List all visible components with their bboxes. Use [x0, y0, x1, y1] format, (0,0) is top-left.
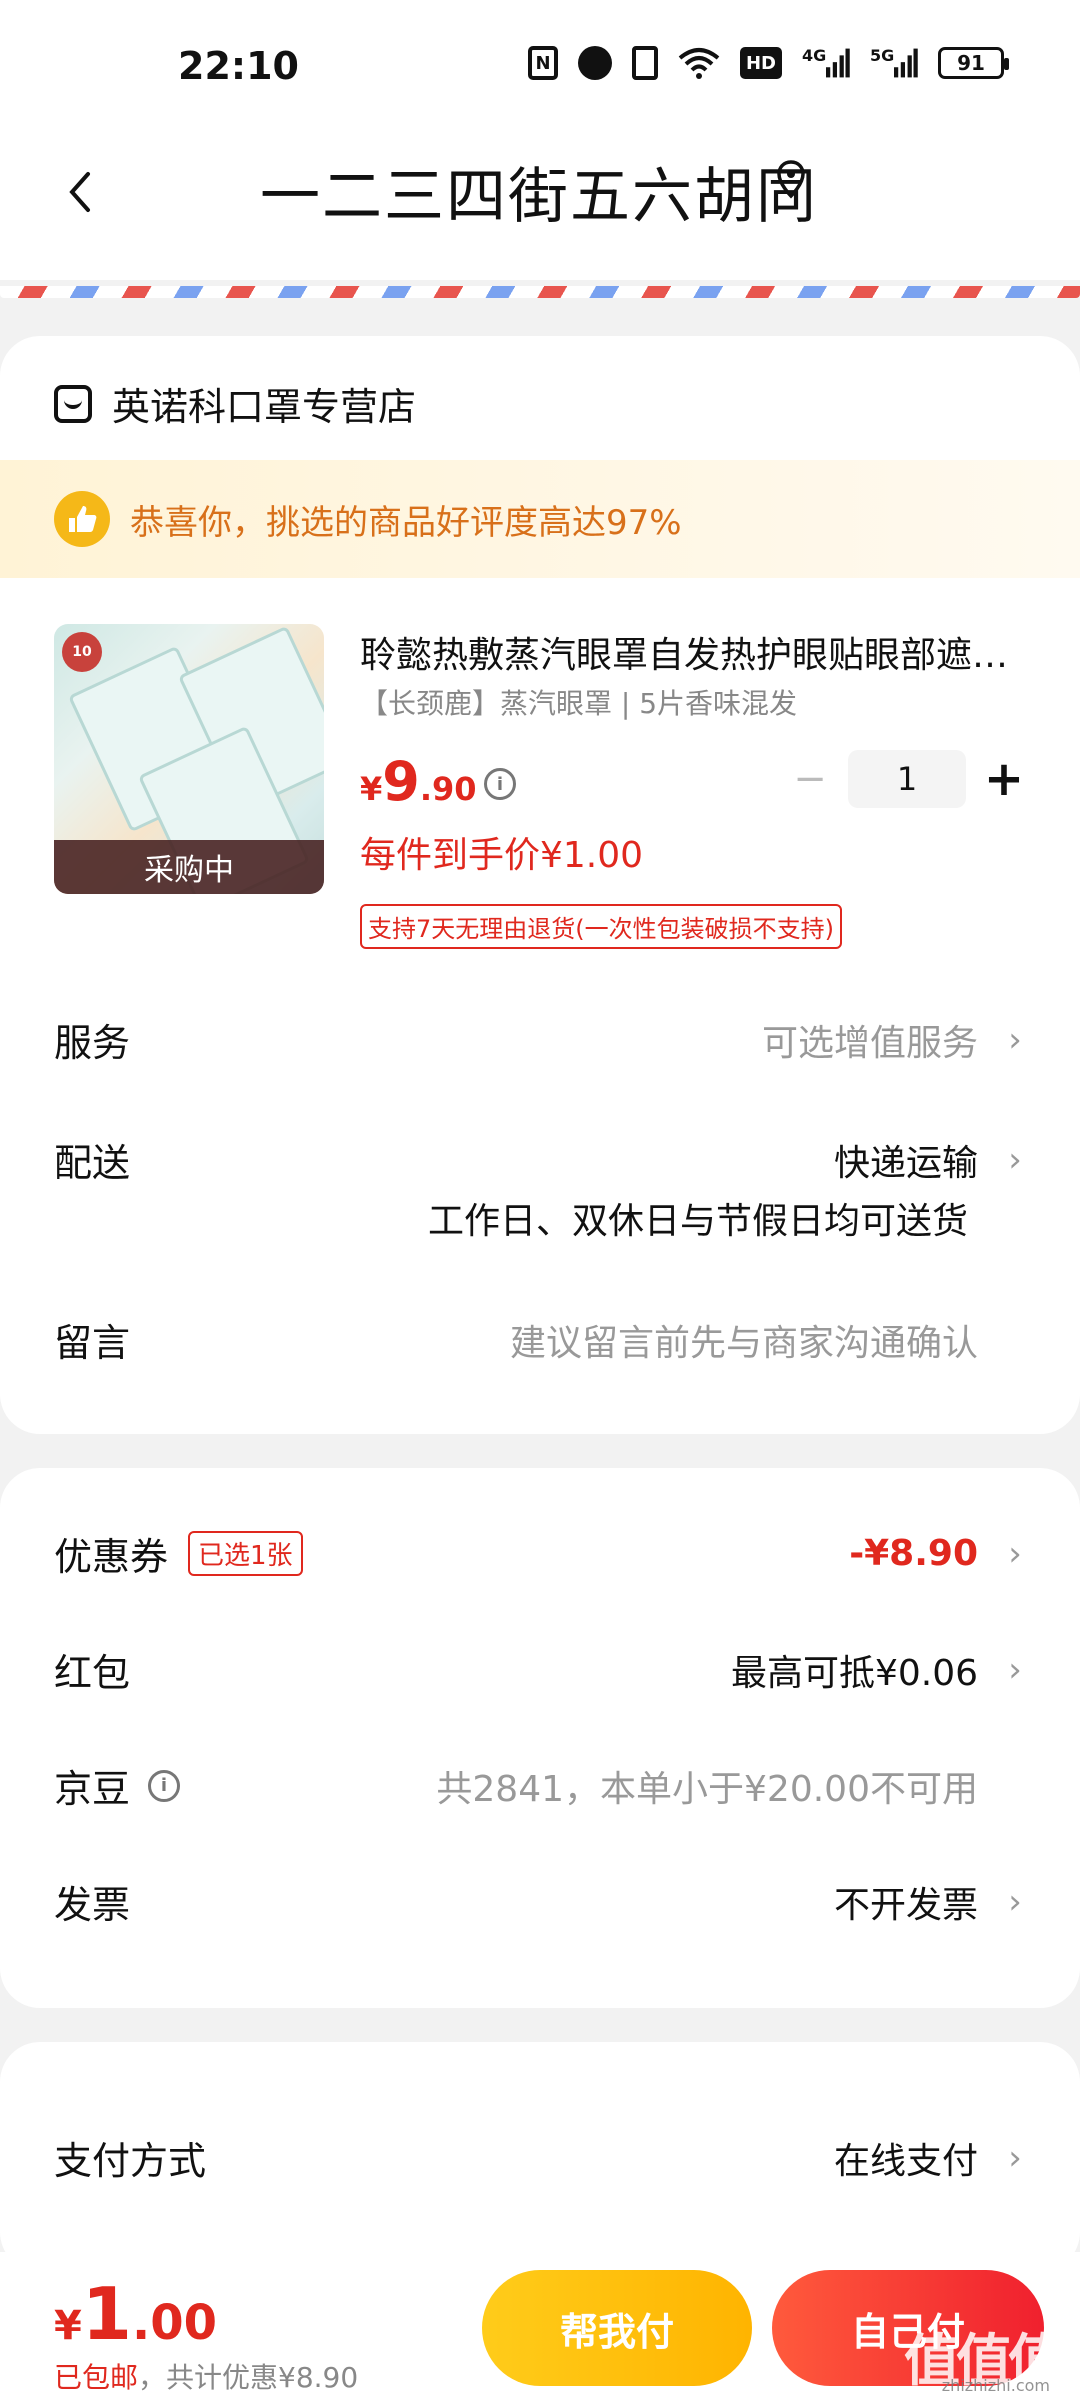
message-label: 留言 — [54, 1321, 131, 1365]
discount-summary: ，共计优惠¥8.90 — [138, 2361, 359, 2394]
help-me-pay-button[interactable]: 帮我付 — [482, 2270, 752, 2386]
product-name[interactable]: 聆懿热敷蒸汽眼罩自发热护眼贴眼部遮光睡眠眼罩 — [360, 626, 1030, 678]
status-icons: N HD 4G 5G 91 — [528, 46, 1009, 80]
signal-4g-label: 4G — [802, 46, 827, 65]
store-icon — [54, 384, 92, 423]
unit-price: 每件到手价¥1.00 — [360, 835, 644, 876]
increase-quantity-button[interactable]: + — [984, 751, 1024, 807]
red-packet-label: 红包 — [54, 1651, 131, 1695]
store-name: 英诺科口罩专营店 — [112, 385, 417, 429]
coupon-selected-tag: 已选1张 — [188, 1531, 303, 1576]
signal-4g-icon: 4G — [802, 46, 850, 80]
invoice-label: 发票 — [54, 1883, 131, 1927]
service-value: 可选增值服务 — [761, 1022, 978, 1064]
procuring-overlay: 采购中 — [54, 840, 324, 894]
address-title[interactable]: 一二三四街五六胡同 — [260, 148, 818, 235]
price-integer: 9 — [382, 750, 420, 813]
service-row[interactable]: 服务 可选增值服务 › — [54, 1012, 1026, 1067]
battery-icon: 91 — [938, 47, 1009, 79]
price-currency: ¥ — [360, 770, 383, 808]
praise-text: 恭喜你，挑选的商品好评度高达97% — [130, 502, 682, 543]
jd-beans-row: 京豆 i 共2841，本单小于¥20.00不可用 — [54, 1758, 1026, 1813]
airmail-border — [0, 286, 1080, 298]
order-card: 英诺科口罩专营店 恭喜你，挑选的商品好评度高达97% 10 采购中 聆懿热敷蒸汽… — [0, 336, 1080, 1434]
back-button[interactable] — [50, 152, 110, 232]
chevron-right-icon: › — [1008, 1649, 1022, 1690]
quantity-stepper: − 1 + — [790, 750, 1024, 808]
payment-method-label: 支付方式 — [54, 2139, 207, 2183]
product-spec[interactable]: 【长颈鹿】蒸汽眼罩 | 5片香味混发 — [360, 682, 797, 722]
location-pin-icon[interactable] — [776, 160, 806, 200]
chevron-right-icon: › — [1008, 1881, 1022, 1922]
wifi-icon — [678, 46, 720, 80]
message-row[interactable]: 留言 建议留言前先与商家沟通确认 — [54, 1312, 1026, 1367]
chevron-left-icon — [69, 172, 90, 212]
store-link[interactable]: 英诺科口罩专营店 — [54, 376, 416, 431]
signal-5g-label: 5G — [870, 46, 895, 65]
red-packet-row[interactable]: 红包 最高可抵¥0.06 › — [54, 1642, 1026, 1697]
header: 一二三四街五六胡同 — [0, 130, 1080, 280]
return-policy-tag: 支持7天无理由退货(一次性包装破损不支持) — [360, 904, 842, 949]
status-time: 22:10 — [178, 44, 299, 88]
coupon-row[interactable]: 优惠券 已选1张 -¥8.90 › — [54, 1526, 1026, 1581]
hd-icon: HD — [740, 47, 782, 79]
jd-beans-value: 共2841，本单小于¥20.00不可用 — [436, 1768, 978, 1810]
discount-card: 优惠券 已选1张 -¥8.90 › 红包 最高可抵¥0.06 › 京豆 i 共2… — [0, 1468, 1080, 2008]
praise-banner: 恭喜你，挑选的商品好评度高达97% — [0, 460, 1080, 578]
product-image[interactable]: 10 采购中 — [54, 624, 324, 894]
product-image-badge: 10 — [62, 632, 102, 672]
thumbs-up-icon — [54, 491, 110, 547]
total-decimal: .00 — [131, 2295, 217, 2351]
coupon-value: -¥8.90 — [849, 1533, 978, 1574]
alarm-icon — [578, 46, 612, 80]
decrease-quantity-button[interactable]: − — [790, 754, 830, 804]
payment-method-row[interactable]: 支付方式 在线支付 › — [54, 2130, 1026, 2185]
chevron-right-icon: › — [1008, 1019, 1022, 1060]
quantity-value[interactable]: 1 — [848, 750, 966, 808]
service-label: 服务 — [54, 1021, 131, 1065]
watermark-url: zhizhizhi.com — [941, 2376, 1050, 2395]
delivery-value: 快递运输 — [833, 1142, 978, 1184]
invoice-value: 不开发票 — [833, 1884, 978, 1926]
shipping-discount-text: 已包邮，共计优惠¥8.90 — [54, 2356, 358, 2396]
payment-card: 支付方式 在线支付 › — [0, 2042, 1080, 2272]
payment-method-value: 在线支付 — [833, 2140, 978, 2182]
jd-beans-info-icon[interactable]: i — [148, 1769, 181, 1802]
vibrate-icon — [632, 46, 658, 80]
jd-beans-label: 京豆 — [54, 1767, 131, 1811]
total-price: ¥ 1 .00 — [54, 2272, 217, 2356]
price-decimal: .90 — [419, 770, 477, 808]
total-currency: ¥ — [54, 2303, 82, 2349]
delivery-label: 配送 — [54, 1141, 131, 1185]
invoice-row[interactable]: 发票 不开发票 › — [54, 1874, 1026, 1929]
nfc-icon: N — [528, 46, 558, 80]
chevron-right-icon: › — [1008, 1139, 1022, 1180]
coupon-label: 优惠券 — [54, 1535, 169, 1579]
price-info-icon[interactable]: i — [484, 768, 516, 800]
chevron-right-icon: › — [1008, 2137, 1022, 2178]
delivery-subtext: 工作日、双休日与节假日均可送货 — [427, 1201, 968, 1242]
red-packet-value: 最高可抵¥0.06 — [730, 1652, 978, 1694]
status-bar: 22:10 N HD 4G 5G 91 — [0, 0, 1080, 130]
chevron-right-icon: › — [1008, 1533, 1022, 1574]
message-input[interactable]: 建议留言前先与商家沟通确认 — [510, 1314, 978, 1366]
delivery-row[interactable]: 配送 快递运输 › — [54, 1132, 1026, 1187]
signal-5g-icon: 5G — [870, 46, 918, 80]
product-price: ¥ 9 .90 — [360, 750, 477, 813]
total-integer: 1 — [81, 2272, 132, 2356]
free-shipping-label: 已包邮 — [54, 2361, 139, 2394]
